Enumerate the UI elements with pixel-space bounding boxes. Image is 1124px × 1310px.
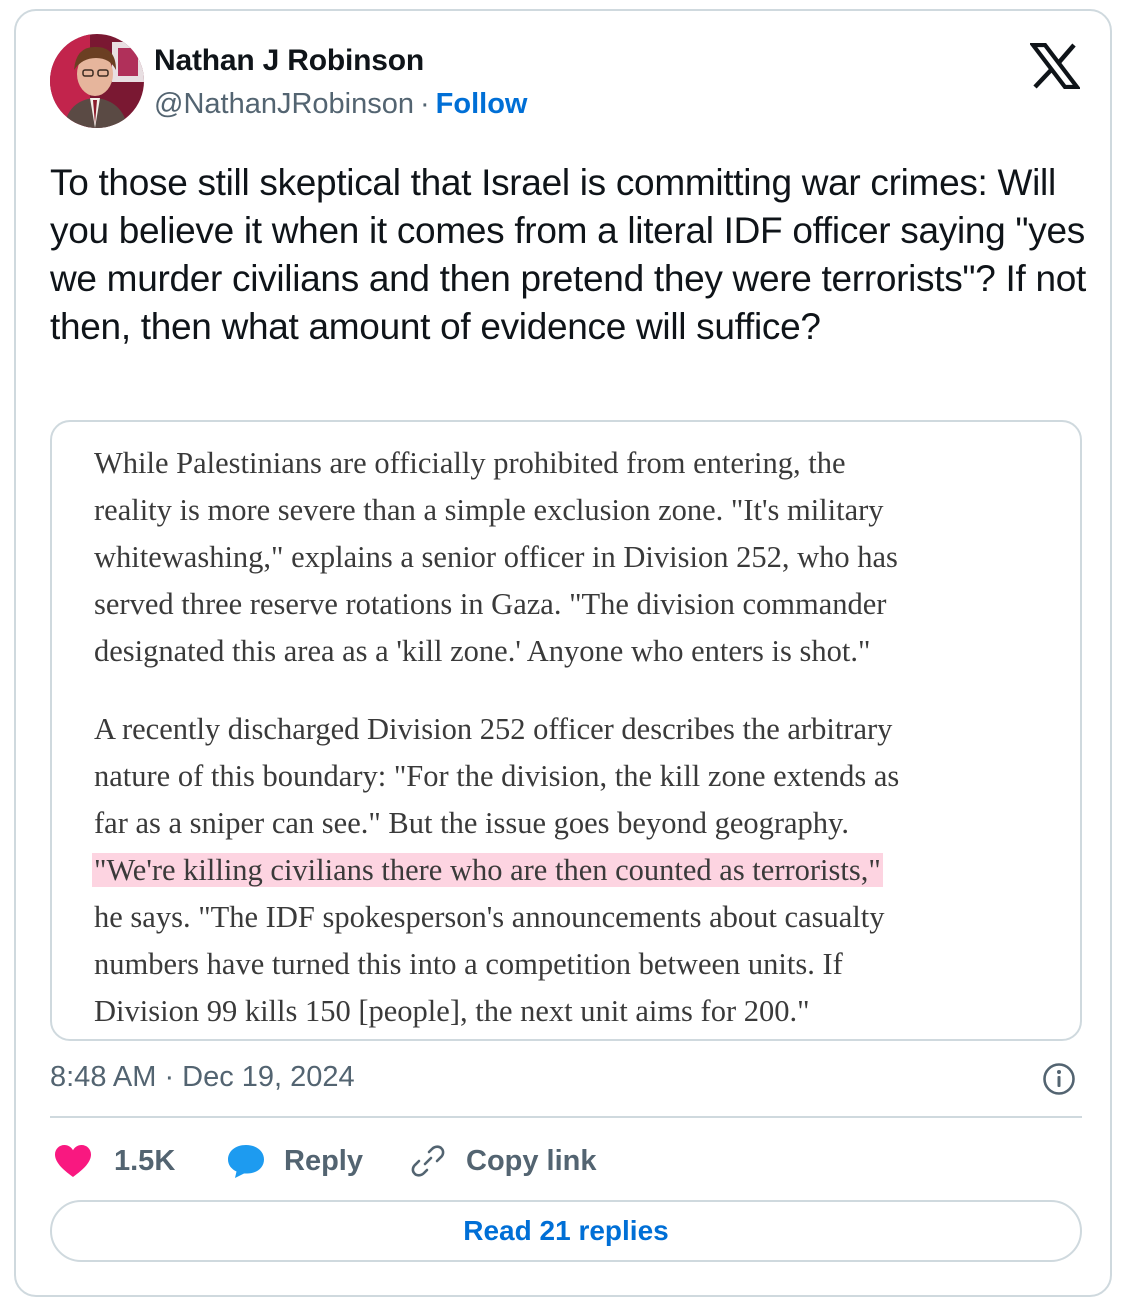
like-button[interactable]: 1.5K xyxy=(54,1139,175,1183)
excerpt-line: whitewashing," explains a senior officer… xyxy=(94,540,898,574)
excerpt-line-highlighted: "We're killing civilians there who are t… xyxy=(92,847,1044,894)
excerpt-line: numbers have turned this into a competit… xyxy=(94,947,843,981)
author-handle[interactable]: @NathanJRobinson xyxy=(154,88,414,120)
excerpt-line: he says. "The IDF spokesperson's announc… xyxy=(94,900,885,934)
follow-button[interactable]: Follow xyxy=(436,88,528,120)
tweet-embed-card: Nathan J Robinson @NathanJRobinson · Follo… xyxy=(14,9,1112,1297)
like-count: 1.5K xyxy=(114,1144,176,1177)
excerpt-paragraph-1: While Palestinians are officially prohib… xyxy=(94,440,1044,675)
separator-dot: · xyxy=(419,88,430,120)
copy-link-label: Copy link xyxy=(466,1144,597,1177)
excerpt-line: Division 99 kills 150 [people], the next… xyxy=(94,994,810,1028)
link-icon xyxy=(411,1145,445,1177)
excerpt-line: reality is more severe than a simple exc… xyxy=(94,493,884,527)
reply-button[interactable]: Reply xyxy=(226,1139,363,1183)
excerpt-line: nature of this boundary: "For the divisi… xyxy=(94,759,900,793)
excerpt-line: While Palestinians are officially prohib… xyxy=(94,446,846,480)
excerpt-paragraph-2: A recently discharged Division 252 offic… xyxy=(92,706,1044,1035)
divider xyxy=(50,1116,1082,1118)
tweet-text: To those still skeptical that Israel is … xyxy=(50,162,1087,347)
read-replies-label: Read 21 replies xyxy=(463,1215,669,1246)
handle-row: @NathanJRobinson · Follow xyxy=(154,88,527,121)
excerpt-line: designated this area as a 'kill zone.' A… xyxy=(94,634,871,668)
tweet-timestamp[interactable]: 8:48 AM · Dec 19, 2024 xyxy=(50,1061,355,1094)
info-icon[interactable] xyxy=(1042,1062,1076,1096)
highlighted-quote: "We're killing civilians there who are t… xyxy=(92,853,883,887)
reply-label: Reply xyxy=(284,1144,363,1177)
excerpt-line: A recently discharged Division 252 offic… xyxy=(94,712,893,746)
quoted-article-image[interactable]: While Palestinians are officially prohib… xyxy=(50,420,1082,1041)
excerpt-line: served three reserve rotations in Gaza. … xyxy=(94,587,887,621)
author-name[interactable]: Nathan J Robinson xyxy=(154,44,424,78)
action-bar: 1.5K Reply Copy link xyxy=(50,1139,1050,1183)
heart-icon xyxy=(55,1145,91,1177)
excerpt-line: far as a sniper can see." But the issue … xyxy=(94,806,849,840)
copy-link-button[interactable]: Copy link xyxy=(410,1139,597,1183)
avatar[interactable] xyxy=(50,34,144,128)
x-logo-icon[interactable] xyxy=(1028,42,1082,90)
read-replies-button[interactable]: Read 21 replies xyxy=(50,1200,1082,1262)
speech-bubble-icon xyxy=(228,1145,264,1178)
